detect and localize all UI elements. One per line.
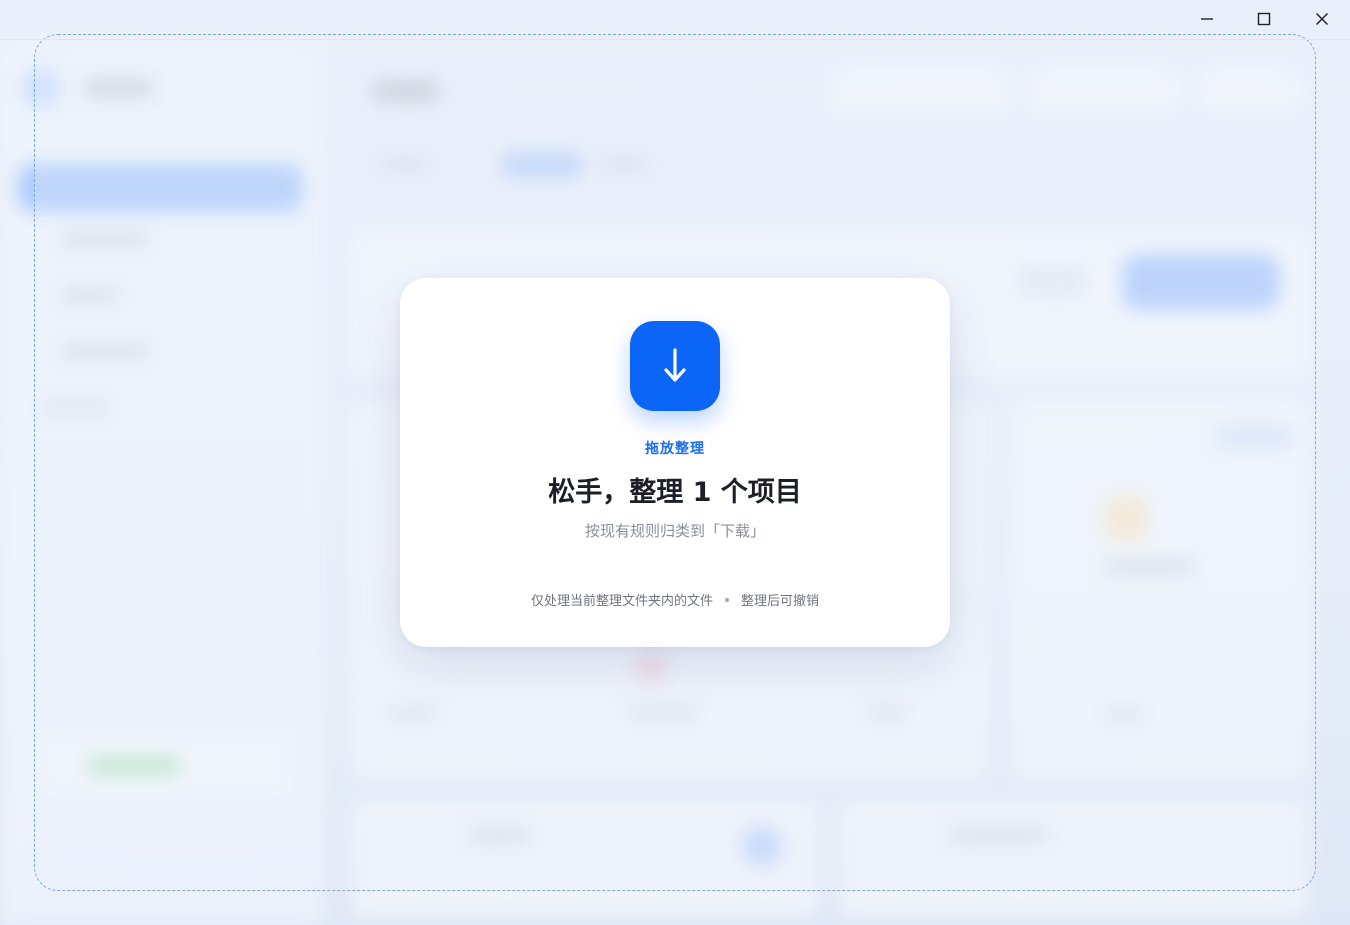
download-arrow-icon: [630, 321, 720, 411]
title-bar: [0, 0, 1350, 40]
separator-dot: [725, 597, 729, 602]
drop-dialog: 拖放整理 松手，整理 1 个项目 按现有规则归类到「下载」 仅处理当前整理文件夹…: [400, 278, 950, 647]
dialog-headline: 松手，整理 1 个项目: [548, 477, 802, 508]
minimize-button[interactable]: [1179, 0, 1235, 38]
footnote-scope: 仅处理当前整理文件夹内的文件: [530, 594, 713, 609]
dialog-subline: 按现有规则归类到「下载」: [584, 522, 765, 540]
dialog-eyebrow: 拖放整理: [645, 441, 705, 457]
close-icon: [1315, 12, 1329, 26]
minimize-icon: [1200, 12, 1214, 26]
maximize-icon: [1257, 12, 1271, 26]
footnote-undo: 整理后可撤销: [741, 594, 820, 609]
maximize-button[interactable]: [1236, 0, 1292, 38]
close-button[interactable]: [1294, 0, 1350, 38]
dialog-footnote: 仅处理当前整理文件夹内的文件 整理后可撤销: [400, 590, 950, 609]
